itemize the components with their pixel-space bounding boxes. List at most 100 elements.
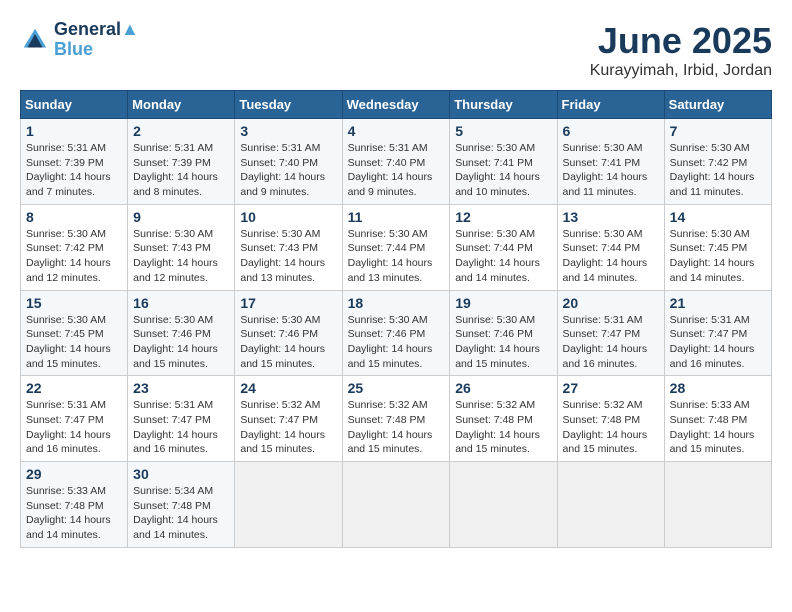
weekday-header-monday: Monday <box>128 91 235 119</box>
calendar-cell: 25 Sunrise: 5:32 AM Sunset: 7:48 PM Dayl… <box>342 376 450 462</box>
day-number: 9 <box>133 209 229 225</box>
day-info: Sunrise: 5:33 AM Sunset: 7:48 PM Dayligh… <box>670 398 766 457</box>
calendar-cell: 20 Sunrise: 5:31 AM Sunset: 7:47 PM Dayl… <box>557 290 664 376</box>
day-info: Sunrise: 5:30 AM Sunset: 7:44 PM Dayligh… <box>563 227 659 286</box>
day-info: Sunrise: 5:30 AM Sunset: 7:46 PM Dayligh… <box>455 313 551 372</box>
day-info: Sunrise: 5:30 AM Sunset: 7:46 PM Dayligh… <box>348 313 445 372</box>
calendar-cell: 16 Sunrise: 5:30 AM Sunset: 7:46 PM Dayl… <box>128 290 235 376</box>
day-info: Sunrise: 5:31 AM Sunset: 7:47 PM Dayligh… <box>563 313 659 372</box>
logo: General▲ Blue <box>20 20 139 60</box>
day-info: Sunrise: 5:32 AM Sunset: 7:48 PM Dayligh… <box>563 398 659 457</box>
calendar-cell: 17 Sunrise: 5:30 AM Sunset: 7:46 PM Dayl… <box>235 290 342 376</box>
day-info: Sunrise: 5:30 AM Sunset: 7:42 PM Dayligh… <box>670 141 766 200</box>
day-number: 22 <box>26 380 122 396</box>
calendar-week-5: 29 Sunrise: 5:33 AM Sunset: 7:48 PM Dayl… <box>21 462 772 548</box>
calendar-cell: 29 Sunrise: 5:33 AM Sunset: 7:48 PM Dayl… <box>21 462 128 548</box>
weekday-header-friday: Friday <box>557 91 664 119</box>
logo-icon <box>20 25 50 55</box>
calendar-cell: 14 Sunrise: 5:30 AM Sunset: 7:45 PM Dayl… <box>664 204 771 290</box>
calendar-cell: 27 Sunrise: 5:32 AM Sunset: 7:48 PM Dayl… <box>557 376 664 462</box>
day-info: Sunrise: 5:31 AM Sunset: 7:39 PM Dayligh… <box>133 141 229 200</box>
calendar-cell: 9 Sunrise: 5:30 AM Sunset: 7:43 PM Dayli… <box>128 204 235 290</box>
day-info: Sunrise: 5:30 AM Sunset: 7:45 PM Dayligh… <box>26 313 122 372</box>
weekday-header-tuesday: Tuesday <box>235 91 342 119</box>
calendar-cell <box>664 462 771 548</box>
calendar-cell: 2 Sunrise: 5:31 AM Sunset: 7:39 PM Dayli… <box>128 119 235 205</box>
day-number: 6 <box>563 123 659 139</box>
day-info: Sunrise: 5:32 AM Sunset: 7:48 PM Dayligh… <box>348 398 445 457</box>
day-info: Sunrise: 5:30 AM Sunset: 7:42 PM Dayligh… <box>26 227 122 286</box>
weekday-header-thursday: Thursday <box>450 91 557 119</box>
day-info: Sunrise: 5:30 AM Sunset: 7:46 PM Dayligh… <box>240 313 336 372</box>
calendar-cell: 23 Sunrise: 5:31 AM Sunset: 7:47 PM Dayl… <box>128 376 235 462</box>
calendar-cell: 13 Sunrise: 5:30 AM Sunset: 7:44 PM Dayl… <box>557 204 664 290</box>
day-number: 4 <box>348 123 445 139</box>
day-number: 29 <box>26 466 122 482</box>
weekday-header-wednesday: Wednesday <box>342 91 450 119</box>
day-info: Sunrise: 5:31 AM Sunset: 7:40 PM Dayligh… <box>240 141 336 200</box>
page-header: General▲ Blue June 2025 Kurayyimah, Irbi… <box>20 20 772 80</box>
day-info: Sunrise: 5:30 AM Sunset: 7:41 PM Dayligh… <box>563 141 659 200</box>
day-info: Sunrise: 5:30 AM Sunset: 7:41 PM Dayligh… <box>455 141 551 200</box>
day-info: Sunrise: 5:33 AM Sunset: 7:48 PM Dayligh… <box>26 484 122 543</box>
day-number: 8 <box>26 209 122 225</box>
day-number: 7 <box>670 123 766 139</box>
calendar-cell: 4 Sunrise: 5:31 AM Sunset: 7:40 PM Dayli… <box>342 119 450 205</box>
day-number: 13 <box>563 209 659 225</box>
day-info: Sunrise: 5:30 AM Sunset: 7:44 PM Dayligh… <box>348 227 445 286</box>
day-number: 30 <box>133 466 229 482</box>
day-number: 15 <box>26 295 122 311</box>
calendar-cell: 10 Sunrise: 5:30 AM Sunset: 7:43 PM Dayl… <box>235 204 342 290</box>
calendar-cell <box>235 462 342 548</box>
day-number: 18 <box>348 295 445 311</box>
day-info: Sunrise: 5:31 AM Sunset: 7:47 PM Dayligh… <box>26 398 122 457</box>
calendar-cell: 3 Sunrise: 5:31 AM Sunset: 7:40 PM Dayli… <box>235 119 342 205</box>
calendar-cell: 21 Sunrise: 5:31 AM Sunset: 7:47 PM Dayl… <box>664 290 771 376</box>
day-number: 19 <box>455 295 551 311</box>
calendar-week-1: 1 Sunrise: 5:31 AM Sunset: 7:39 PM Dayli… <box>21 119 772 205</box>
day-number: 16 <box>133 295 229 311</box>
day-number: 23 <box>133 380 229 396</box>
calendar-cell <box>342 462 450 548</box>
day-number: 28 <box>670 380 766 396</box>
day-number: 20 <box>563 295 659 311</box>
day-number: 5 <box>455 123 551 139</box>
calendar-cell: 7 Sunrise: 5:30 AM Sunset: 7:42 PM Dayli… <box>664 119 771 205</box>
calendar-week-2: 8 Sunrise: 5:30 AM Sunset: 7:42 PM Dayli… <box>21 204 772 290</box>
day-info: Sunrise: 5:32 AM Sunset: 7:48 PM Dayligh… <box>455 398 551 457</box>
calendar-cell <box>557 462 664 548</box>
day-info: Sunrise: 5:30 AM Sunset: 7:45 PM Dayligh… <box>670 227 766 286</box>
day-number: 10 <box>240 209 336 225</box>
calendar-cell: 22 Sunrise: 5:31 AM Sunset: 7:47 PM Dayl… <box>21 376 128 462</box>
day-number: 24 <box>240 380 336 396</box>
logo-text: General▲ Blue <box>54 20 139 60</box>
calendar-cell: 18 Sunrise: 5:30 AM Sunset: 7:46 PM Dayl… <box>342 290 450 376</box>
day-info: Sunrise: 5:31 AM Sunset: 7:39 PM Dayligh… <box>26 141 122 200</box>
day-number: 12 <box>455 209 551 225</box>
day-info: Sunrise: 5:30 AM Sunset: 7:43 PM Dayligh… <box>240 227 336 286</box>
day-info: Sunrise: 5:30 AM Sunset: 7:46 PM Dayligh… <box>133 313 229 372</box>
day-number: 17 <box>240 295 336 311</box>
day-number: 1 <box>26 123 122 139</box>
calendar-cell <box>450 462 557 548</box>
day-number: 21 <box>670 295 766 311</box>
day-number: 3 <box>240 123 336 139</box>
calendar-cell: 30 Sunrise: 5:34 AM Sunset: 7:48 PM Dayl… <box>128 462 235 548</box>
day-number: 27 <box>563 380 659 396</box>
location: Kurayyimah, Irbid, Jordan <box>590 62 772 80</box>
day-info: Sunrise: 5:31 AM Sunset: 7:47 PM Dayligh… <box>133 398 229 457</box>
calendar-cell: 28 Sunrise: 5:33 AM Sunset: 7:48 PM Dayl… <box>664 376 771 462</box>
day-info: Sunrise: 5:32 AM Sunset: 7:47 PM Dayligh… <box>240 398 336 457</box>
weekday-header-sunday: Sunday <box>21 91 128 119</box>
calendar-week-4: 22 Sunrise: 5:31 AM Sunset: 7:47 PM Dayl… <box>21 376 772 462</box>
day-info: Sunrise: 5:30 AM Sunset: 7:43 PM Dayligh… <box>133 227 229 286</box>
day-info: Sunrise: 5:34 AM Sunset: 7:48 PM Dayligh… <box>133 484 229 543</box>
calendar-cell: 11 Sunrise: 5:30 AM Sunset: 7:44 PM Dayl… <box>342 204 450 290</box>
calendar-cell: 12 Sunrise: 5:30 AM Sunset: 7:44 PM Dayl… <box>450 204 557 290</box>
calendar-table: SundayMondayTuesdayWednesdayThursdayFrid… <box>20 90 772 548</box>
day-number: 25 <box>348 380 445 396</box>
calendar-cell: 8 Sunrise: 5:30 AM Sunset: 7:42 PM Dayli… <box>21 204 128 290</box>
day-info: Sunrise: 5:31 AM Sunset: 7:47 PM Dayligh… <box>670 313 766 372</box>
month-title: June 2025 <box>590 20 772 62</box>
day-number: 11 <box>348 209 445 225</box>
